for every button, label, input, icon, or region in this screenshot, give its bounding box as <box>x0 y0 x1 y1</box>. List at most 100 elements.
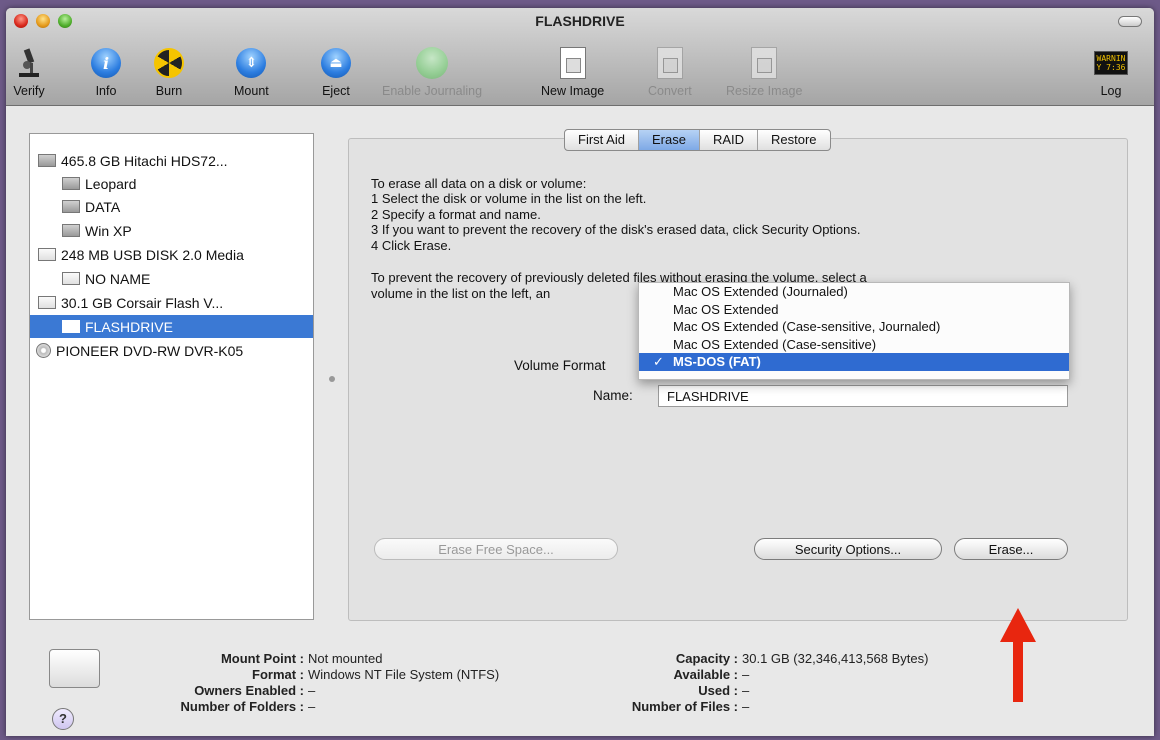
format-option-selected[interactable]: ✓ MS-DOS (FAT) <box>639 353 1069 371</box>
mount-point-label: Mount Point : <box>220 651 304 666</box>
resize-image-icon <box>747 46 781 80</box>
format-option[interactable]: Mac OS Extended <box>639 301 1069 319</box>
owners-enabled-label: Owners Enabled : <box>194 683 304 698</box>
log-button[interactable]: WARNIN Y 7:36 Log <box>1094 46 1128 98</box>
sidebar-item-corsair[interactable]: 30.1 GB Corsair Flash V... <box>30 291 313 314</box>
burn-button[interactable]: Burn <box>152 46 186 98</box>
number-of-folders-value: – <box>308 699 316 714</box>
volume-format-menu[interactable]: Mac OS Extended (Journaled) Mac OS Exten… <box>638 282 1070 380</box>
new-image-icon <box>556 46 590 80</box>
capacity-label: Capacity : <box>675 651 738 666</box>
format-option[interactable]: Mac OS Extended (Case-sensitive, Journal… <box>639 318 1069 336</box>
sidebar-item-label: 30.1 GB Corsair Flash V... <box>61 294 224 311</box>
volume-icon <box>62 272 80 285</box>
info-label: Info <box>95 84 117 98</box>
instruction-step: 2 Specify a format and name. <box>371 207 541 222</box>
info-button[interactable]: i Info <box>89 46 123 98</box>
prevent-recovery-text-line2: volume in the list on the left, an <box>371 286 551 301</box>
mount-point-value: Not mounted <box>308 651 383 666</box>
help-button[interactable]: ? <box>52 708 74 730</box>
number-of-files-value: – <box>742 699 750 714</box>
sidebar-item-data[interactable]: DATA <box>30 195 313 218</box>
mount-label: Mount <box>234 84 269 98</box>
sidebar-item-label: 248 MB USB DISK 2.0 Media <box>61 246 244 263</box>
log-icon-text: WARNIN Y 7:36 <box>1094 51 1128 75</box>
tab-bar: First Aid Erase RAID Restore <box>564 129 831 151</box>
instruction-step: 3 If you want to prevent the recovery of… <box>371 222 861 237</box>
sidebar-item-dvd[interactable]: PIONEER DVD-RW DVR-K05 <box>30 339 313 362</box>
sidebar-item-no-name[interactable]: NO NAME <box>30 267 313 290</box>
microscope-icon <box>12 46 46 80</box>
mount-button[interactable]: ⇕ Mount <box>234 46 269 98</box>
info-icon: i <box>89 46 123 80</box>
toolbar-toggle-button[interactable] <box>1118 16 1142 27</box>
name-label: Name: <box>593 388 633 403</box>
resize-image-label: Resize Image <box>726 84 803 98</box>
sidebar-item-hitachi[interactable]: 465.8 GB Hitachi HDS72... <box>30 149 313 172</box>
checkmark-icon: ✓ <box>653 354 664 369</box>
format-option-label: MS-DOS (FAT) <box>673 354 761 369</box>
capacity-value: 30.1 GB (32,346,413,568 Bytes) <box>742 651 929 666</box>
verify-button[interactable]: Verify <box>12 46 46 98</box>
instructions-heading: To erase all data on a disk or volume: <box>371 176 587 191</box>
new-image-button[interactable]: New Image <box>541 46 604 98</box>
convert-icon <box>653 46 687 80</box>
usb-disk-icon <box>38 248 56 261</box>
disk-utility-window: FLASHDRIVE Verify i Info Burn ⇕ Mount ⏏ … <box>6 8 1154 736</box>
tab-raid[interactable]: RAID <box>700 130 758 150</box>
erase-free-space-button[interactable]: Erase Free Space... <box>374 538 618 560</box>
convert-label: Convert <box>648 84 692 98</box>
usb-disk-icon <box>38 296 56 309</box>
tab-first-aid[interactable]: First Aid <box>565 130 639 150</box>
security-options-button[interactable]: Security Options... <box>754 538 942 560</box>
volume-icon <box>62 177 80 190</box>
used-value: – <box>742 683 750 698</box>
sidebar-item-leopard[interactable]: Leopard <box>30 172 313 195</box>
sidebar-item-label: Leopard <box>85 175 137 192</box>
volume-icon <box>62 320 80 333</box>
format-option[interactable]: Mac OS Extended (Journaled) <box>639 283 1069 301</box>
journaling-icon <box>415 46 449 80</box>
eject-icon: ⏏ <box>319 46 353 80</box>
sidebar-item-label: NO NAME <box>85 270 151 287</box>
resize-image-button[interactable]: Resize Image <box>726 46 802 98</box>
name-field[interactable]: FLASHDRIVE <box>658 385 1068 407</box>
volume-icon <box>62 224 80 237</box>
used-label: Used : <box>698 683 738 698</box>
instruction-step: 4 Click Erase. <box>371 238 452 253</box>
mount-icon: ⇕ <box>234 46 268 80</box>
tab-erase[interactable]: Erase <box>638 130 700 150</box>
eject-label: Eject <box>322 84 350 98</box>
title-toolbar: FLASHDRIVE Verify i Info Burn ⇕ Mount ⏏ … <box>6 8 1154 106</box>
tab-restore[interactable]: Restore <box>758 130 830 150</box>
verify-label: Verify <box>13 84 45 98</box>
eject-button[interactable]: ⏏ Eject <box>319 46 353 98</box>
format-info-value: Windows NT File System (NTFS) <box>308 667 500 682</box>
burn-icon <box>152 46 186 80</box>
format-option[interactable]: Mac OS Extended (Case-sensitive) <box>639 336 1069 354</box>
sidebar-item-usb-disk[interactable]: 248 MB USB DISK 2.0 Media <box>30 243 313 266</box>
available-value: – <box>742 667 750 682</box>
disk-list[interactable]: 465.8 GB Hitachi HDS72... Leopard DATA W… <box>29 133 314 620</box>
instruction-step: 1 Select the disk or volume in the list … <box>371 191 647 206</box>
convert-button[interactable]: Convert <box>648 46 692 98</box>
number-of-folders-label: Number of Folders : <box>180 699 304 714</box>
sidebar-item-label: 465.8 GB Hitachi HDS72... <box>61 152 228 169</box>
format-info-label: Format : <box>252 667 304 682</box>
sidebar-item-label: Win XP <box>85 222 132 239</box>
erase-button[interactable]: Erase... <box>954 538 1068 560</box>
available-label: Available : <box>673 667 738 682</box>
volume-icon <box>62 200 80 213</box>
log-icon: WARNIN Y 7:36 <box>1094 46 1128 80</box>
log-label: Log <box>1100 84 1122 98</box>
owners-enabled-value: – <box>308 683 316 698</box>
splitter-handle[interactable] <box>329 376 335 382</box>
sidebar-item-winxp[interactable]: Win XP <box>30 219 313 242</box>
drive-icon <box>49 649 100 688</box>
sidebar-item-label: DATA <box>85 198 121 215</box>
sidebar-item-label: PIONEER DVD-RW DVR-K05 <box>56 342 244 359</box>
sidebar-item-flashdrive[interactable]: FLASHDRIVE <box>30 315 313 338</box>
new-image-label: New Image <box>541 84 605 98</box>
burn-label: Burn <box>155 84 183 98</box>
enable-journaling-button[interactable]: Enable Journaling <box>382 46 482 98</box>
